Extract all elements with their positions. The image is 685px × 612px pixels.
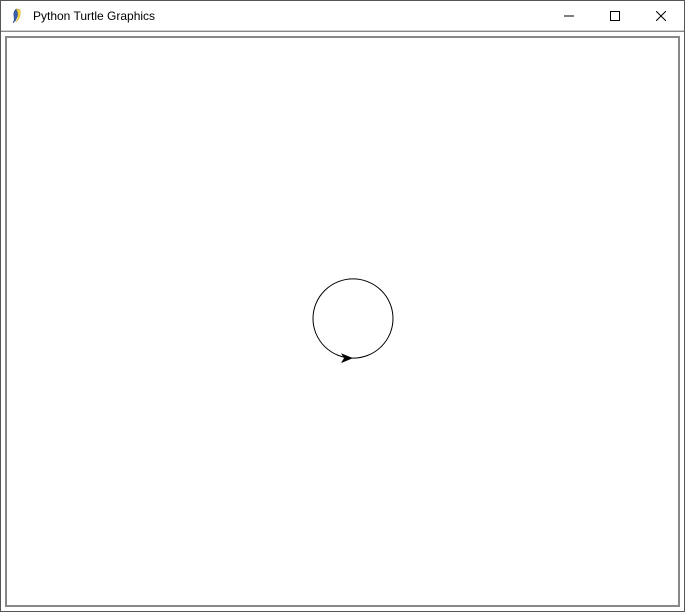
titlebar[interactable]: Python Turtle Graphics — [1, 1, 684, 31]
window-controls — [546, 1, 684, 31]
minimize-icon — [564, 11, 574, 21]
client-area — [1, 31, 684, 611]
minimize-button[interactable] — [546, 1, 592, 31]
canvas-border — [5, 36, 680, 607]
close-icon — [656, 11, 666, 21]
app-window: Python Turtle Graphics — [0, 0, 685, 612]
close-button[interactable] — [638, 1, 684, 31]
maximize-button[interactable] — [592, 1, 638, 31]
drawn-circle — [313, 279, 393, 358]
python-feather-icon — [5, 1, 29, 31]
maximize-icon — [610, 11, 620, 21]
turtle-canvas — [7, 38, 678, 605]
turtle-cursor — [341, 353, 353, 363]
window-title: Python Turtle Graphics — [29, 9, 546, 23]
